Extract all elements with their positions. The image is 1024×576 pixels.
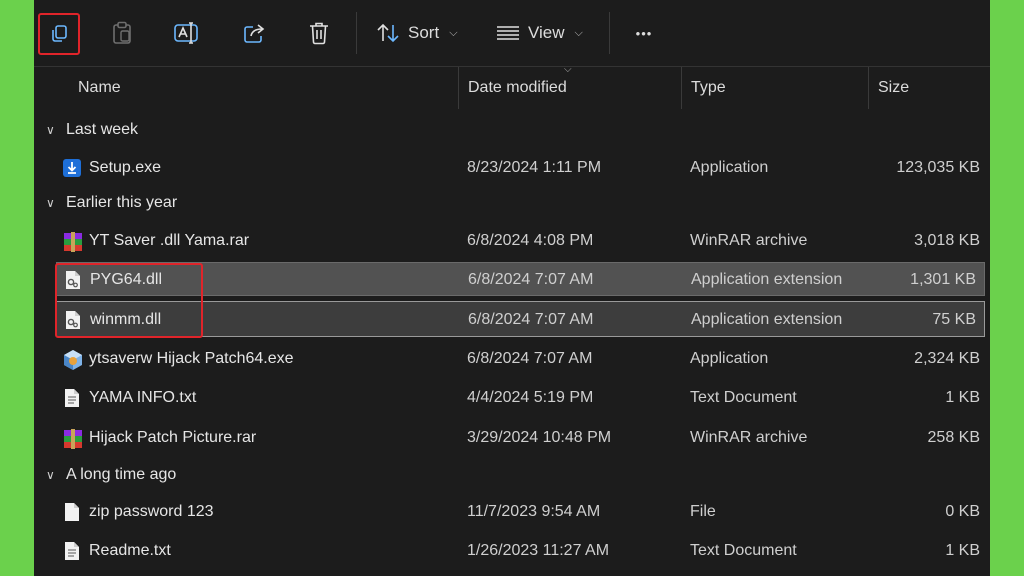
chevron-down-icon: ∨: [46, 123, 55, 137]
file-row[interactable]: zip password 123 11/7/2023 9:54 AM File …: [56, 494, 988, 530]
rename-icon: [174, 22, 200, 44]
group-label: Earlier this year: [66, 194, 178, 211]
app-exe-icon: [62, 349, 82, 370]
text-file-icon: [62, 541, 82, 561]
paste-icon: [111, 21, 133, 45]
file-size: 123,035 KB: [896, 159, 980, 176]
file-type: Text Document: [690, 389, 797, 406]
file-row[interactable]: YT Saver .dll Yama.rar 6/8/2024 4:08 PM …: [56, 223, 988, 259]
file-date: 11/7/2023 9:54 AM: [467, 503, 601, 520]
file-name: Setup.exe: [89, 159, 162, 176]
toolbar-separator: [356, 12, 357, 54]
file-type: Application: [690, 350, 769, 367]
file-date: 6/8/2024 7:07 AM: [467, 350, 593, 367]
file-type: WinRAR archive: [690, 232, 808, 249]
sort-indicator-icon: ⌵: [564, 64, 572, 75]
file-name: zip password 123: [89, 503, 214, 520]
file-size: 2,324 KB: [914, 350, 980, 367]
file-row-selected[interactable]: winmm.dll 6/8/2024 7:07 AM Application e…: [56, 301, 985, 337]
file-date: 8/23/2024 1:11 PM: [467, 159, 602, 176]
group-label: A long time ago: [66, 466, 177, 483]
dll-file-icon: [63, 310, 83, 330]
blank-file-icon: [62, 502, 82, 522]
file-type: WinRAR archive: [690, 429, 808, 446]
winrar-icon: [62, 428, 82, 449]
delete-button[interactable]: [302, 13, 336, 53]
file-type: Application extension: [691, 271, 843, 288]
chevron-down-icon: ∨: [46, 196, 55, 210]
paste-button[interactable]: [106, 13, 138, 53]
more-options-button[interactable]: •••: [624, 13, 664, 53]
file-name: Readme.txt: [89, 542, 171, 559]
chevron-down-icon: ⌵: [574, 26, 583, 39]
view-label: View: [528, 23, 565, 42]
file-date: 6/8/2024 7:07 AM: [468, 271, 594, 288]
file-size: 0 KB: [945, 503, 980, 520]
file-date: 4/4/2024 5:19 PM: [467, 389, 594, 406]
column-type[interactable]: Type: [681, 67, 868, 109]
share-button[interactable]: [238, 13, 272, 53]
column-header: Name Date modified Type Size: [34, 66, 990, 109]
file-size: 1,301 KB: [910, 271, 976, 288]
file-name: PYG64.dll: [90, 271, 163, 288]
file-date: 6/8/2024 4:08 PM: [467, 232, 594, 249]
file-name: winmm.dll: [90, 311, 162, 328]
file-explorer-window: Sort ⌵ View ⌵ ••• Name Date modified Typ…: [34, 0, 990, 576]
dll-file-icon: [63, 270, 83, 290]
file-size: 1 KB: [945, 542, 980, 559]
toolbar-separator: [609, 12, 610, 54]
command-bar: Sort ⌵ View ⌵ •••: [34, 0, 990, 66]
file-name: YT Saver .dll Yama.rar: [89, 232, 250, 249]
share-icon: [243, 22, 267, 44]
file-date: 3/29/2024 10:48 PM: [467, 429, 612, 446]
sort-label: Sort: [408, 23, 440, 42]
file-name: YAMA INFO.txt: [89, 389, 197, 406]
installer-icon: [62, 158, 82, 178]
file-type: Application extension: [691, 311, 843, 328]
group-header[interactable]: ∨ Last week: [46, 115, 138, 145]
file-date: 1/26/2023 11:27 AM: [467, 542, 610, 559]
trash-icon: [308, 21, 330, 45]
file-size: 75 KB: [932, 311, 976, 328]
file-row[interactable]: YAMA INFO.txt 4/4/2024 5:19 PM Text Docu…: [56, 380, 988, 416]
copy-button[interactable]: [38, 13, 80, 55]
group-label: Last week: [66, 121, 139, 138]
file-row-selected[interactable]: PYG64.dll 6/8/2024 7:07 AM Application e…: [56, 262, 985, 296]
chevron-down-icon: ∨: [46, 468, 55, 482]
column-name[interactable]: Name: [68, 67, 458, 109]
winrar-icon: [62, 231, 82, 252]
file-row[interactable]: Readme.txt 1/26/2023 11:27 AM Text Docum…: [56, 533, 988, 569]
file-type: Text Document: [690, 542, 797, 559]
file-type: Application: [690, 159, 769, 176]
group-header[interactable]: ∨ Earlier this year: [46, 188, 177, 218]
view-list-icon: [496, 25, 520, 41]
sort-icon: [376, 23, 400, 43]
file-size: 258 KB: [927, 429, 980, 446]
column-size[interactable]: Size: [868, 67, 990, 109]
chevron-down-icon: ⌵: [449, 26, 458, 39]
file-row[interactable]: ytsaverw Hijack Patch64.exe 6/8/2024 7:0…: [56, 341, 988, 377]
group-header[interactable]: ∨ A long time ago: [46, 460, 176, 490]
sort-button[interactable]: Sort ⌵: [376, 13, 472, 53]
more-icon: •••: [635, 25, 653, 41]
file-name: Hijack Patch Picture.rar: [89, 429, 257, 446]
file-date: 6/8/2024 7:07 AM: [468, 311, 594, 328]
text-file-icon: [62, 388, 82, 408]
file-size: 1 KB: [945, 389, 980, 406]
file-name: ytsaverw Hijack Patch64.exe: [89, 350, 294, 367]
copy-icon: [49, 24, 69, 44]
file-type: File: [690, 503, 716, 520]
view-button[interactable]: View ⌵: [496, 13, 596, 53]
file-row[interactable]: Setup.exe 8/23/2024 1:11 PM Application …: [56, 150, 988, 186]
file-row[interactable]: Hijack Patch Picture.rar 3/29/2024 10:48…: [56, 420, 988, 456]
rename-button[interactable]: [170, 13, 204, 53]
file-size: 3,018 KB: [914, 232, 980, 249]
